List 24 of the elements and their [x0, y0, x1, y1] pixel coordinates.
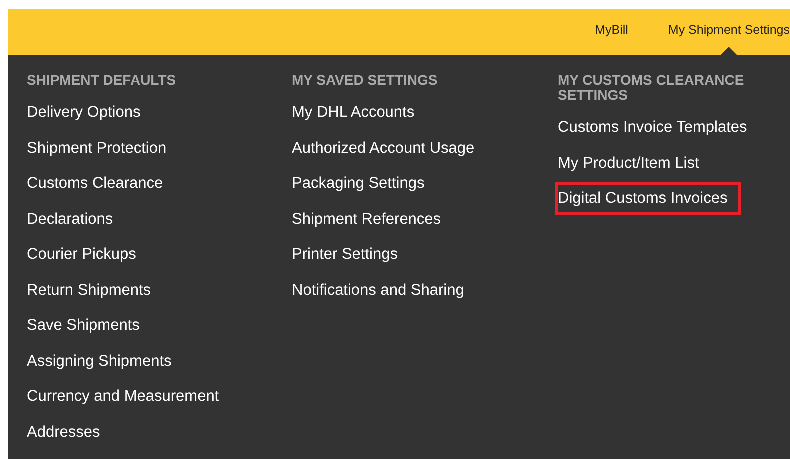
nav-link[interactable]: My Shipment Settings: [668, 23, 790, 38]
column-heading: MY CUSTOMS CLEARANCE SETTINGS: [558, 73, 746, 103]
nav-link[interactable]: MyBill: [595, 23, 628, 38]
menu-link[interactable]: Courier Pickups: [24, 238, 150, 271]
menu-link[interactable]: Declarations: [24, 202, 126, 236]
menu-link[interactable]: Customs Clearance: [24, 167, 176, 200]
menu-link[interactable]: Shipment Protection: [24, 132, 180, 164]
menu-link[interactable]: Shipment References: [289, 202, 454, 236]
menu-link[interactable]: Packaging Settings: [289, 167, 438, 200]
column-heading: MY SAVED SETTINGS: [292, 73, 439, 88]
menu-link[interactable]: My DHL Accounts: [289, 96, 428, 129]
menu-link[interactable]: Addresses: [24, 416, 114, 448]
menu-link[interactable]: Authorized Account Usage: [289, 132, 488, 164]
menu-link[interactable]: Digital Customs Invoices: [555, 182, 741, 215]
menu-link[interactable]: Assigning Shipments: [24, 344, 185, 378]
menu-link[interactable]: Notifications and Sharing: [289, 274, 478, 306]
menu-link[interactable]: Printer Settings: [289, 238, 411, 271]
column-heading: SHIPMENT DEFAULTS: [27, 73, 178, 88]
menu-link[interactable]: Save Shipments: [24, 309, 153, 342]
menu-link[interactable]: My Product/Item List: [555, 146, 712, 180]
menu-link[interactable]: Return Shipments: [24, 274, 164, 306]
menu-link[interactable]: Currency and Measurement: [24, 380, 232, 413]
menu-link[interactable]: Delivery Options: [24, 96, 154, 129]
menu-link[interactable]: Customs Invoice Templates: [555, 111, 760, 144]
